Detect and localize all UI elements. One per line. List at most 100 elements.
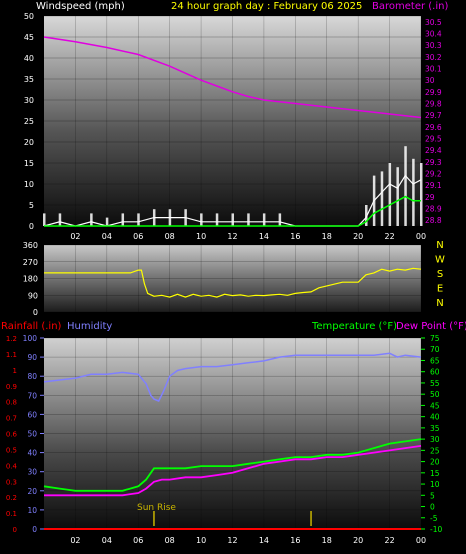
windspeed-tick-label: 30: [24, 96, 34, 105]
humidity-tick-label: 50: [27, 430, 37, 439]
wind-gust-bar: [215, 213, 219, 226]
barometer-tick-label: 28.8: [425, 216, 442, 225]
humidity-tick-label: 30: [27, 468, 37, 477]
barometer-tick-label: 29.7: [425, 111, 442, 120]
temperature-x-tick-label: 20: [353, 536, 363, 545]
temperature-axis-title: Temperature (°F): [311, 321, 397, 332]
chart-title: 24 hour graph day : February 06 2025: [171, 1, 362, 12]
wind-x-tick-label: 22: [384, 232, 394, 241]
rainfall-tick-label: 0.2: [6, 494, 17, 502]
barometer-tick-label: 29: [425, 193, 435, 202]
temperature-tick-label: 5: [430, 491, 435, 500]
humidity-tick-label: 60: [27, 410, 37, 419]
barometer-tick-label: 29.2: [425, 170, 442, 179]
barometer-tick-label: 30.5: [425, 18, 442, 27]
wind-gust-bar: [105, 217, 109, 226]
temperature-tick-label: -10: [430, 525, 442, 534]
wind-gust-bar: [247, 213, 250, 226]
temperature-x-tick-labels: 02 04 06 08 10 12 14 16 18 20 22 00: [70, 536, 426, 545]
temperature-humidity-panel: 0 0.1 0.2 0.3 0.4 0.5 0.6 0.7 0.8 0.9 1 1.1 1.2 0 10 2…: [6, 334, 443, 545]
direction-degree-tick-labels: 0 90 180 270 360: [23, 241, 38, 317]
windspeed-axis-title: Windspeed (mph): [36, 1, 125, 12]
wind-gust-bar: [90, 213, 93, 226]
windspeed-tick-label: 5: [29, 201, 34, 210]
wind-x-tick-labels: 02 04 06 08 10 12 14 16 18 20 22 00: [70, 232, 426, 241]
wind-gust-bar: [200, 213, 203, 226]
temperature-x-tick-label: 06: [133, 536, 143, 545]
direction-degree-tick-label: 0: [33, 308, 38, 317]
humidity-tick-label: 20: [27, 487, 37, 496]
wind-barometer-panel: 05101520253035404550 28.828.92929.129.22…: [24, 12, 442, 241]
wind-x-tick-label: 18: [322, 232, 332, 241]
rainfall-tick-label: 0.9: [6, 383, 17, 391]
wind-x-tick-label: 08: [165, 232, 175, 241]
direction-compass-tick-labels: NWSEN: [435, 240, 445, 309]
barometer-tick-label: 30.4: [425, 30, 442, 39]
temperature-tick-label: 45: [430, 401, 440, 410]
windspeed-tick-label: 45: [24, 33, 34, 42]
direction-compass-tick-label: N: [436, 240, 443, 251]
wind-x-tick-label: 20: [353, 232, 363, 241]
temperature-x-tick-label: 08: [165, 536, 175, 545]
windspeed-tick-labels: 0 5 10 15 20 25 30 35 40 45 50: [24, 12, 34, 231]
rainfall-tick-label: 1: [13, 367, 17, 375]
temperature-tick-label: 70: [430, 345, 440, 354]
barometer-tick-label: 28.9: [425, 205, 442, 214]
barometer-tick-label: 29.4: [425, 146, 442, 155]
windspeed-tick-label: 40: [24, 54, 34, 63]
temperature-tick-label: 35: [430, 424, 440, 433]
rainfall-tick-label: 1.2: [6, 335, 17, 343]
windspeed-tick-label: 15: [24, 159, 34, 168]
sunrise-annotation: Sun Rise: [137, 503, 176, 513]
humidity-tick-label: 70: [27, 391, 37, 400]
barometer-tick-label: 30: [425, 76, 435, 85]
barometer-tick-label: 29.5: [425, 135, 442, 144]
windspeed-tick-label: 25: [24, 117, 34, 126]
temperature-tick-label: 15: [430, 469, 440, 478]
wind-x-tick-label: 06: [133, 232, 143, 241]
rainfall-axis-title: Rainfall (.in): [1, 321, 62, 332]
humidity-tick-label: 90: [27, 353, 37, 362]
temperature-x-tick-label: 10: [196, 536, 206, 545]
wind-x-tick-label: 00: [416, 232, 426, 241]
wind-gust-bar: [121, 213, 125, 226]
rainfall-tick-label: 1.1: [6, 351, 17, 359]
humidity-tick-label: 80: [27, 372, 37, 381]
rainfall-tick-label: 0.1: [6, 510, 17, 518]
wind-gust-bar: [43, 213, 46, 226]
wind-gust-bar: [231, 213, 234, 226]
barometer-tick-label: 29.3: [425, 158, 442, 167]
temperature-x-tick-label: 14: [259, 536, 269, 545]
wind-gust-bar: [58, 213, 62, 226]
temperature-tick-label: 55: [430, 379, 440, 388]
rainfall-tick-label: 0.8: [6, 399, 17, 407]
rainfall-tick-labels: 0 0.1 0.2 0.3 0.4 0.5 0.6 0.7 0.8 0.9 1 1.1 1.2: [6, 335, 18, 534]
barometer-tick-label: 29.9: [425, 88, 442, 97]
rainfall-tick-label: 0.3: [6, 478, 17, 486]
temperature-tick-label: 60: [430, 368, 440, 377]
temperature-tick-label: 30: [430, 435, 440, 444]
wind-x-tick-label: 16: [290, 232, 300, 241]
humidity-axis-title: Humidity: [67, 321, 112, 332]
temperature-tick-label: 50: [430, 390, 440, 399]
wind-direction-panel: 090180270360 NWSEN: [23, 240, 445, 317]
direction-compass-tick-label: N: [436, 298, 443, 309]
wind-gust-bar: [137, 213, 140, 226]
wind-gust-bar: [412, 158, 415, 226]
temperature-tick-label: 10: [430, 480, 440, 489]
direction-degree-tick-label: 360: [23, 241, 38, 250]
wind-x-tick-label: 10: [196, 232, 206, 241]
wind-gust-bar: [380, 171, 384, 226]
barometer-tick-label: 30.2: [425, 53, 442, 62]
direction-degree-tick-label: 180: [23, 275, 38, 284]
wind-gust-bar: [388, 163, 392, 226]
humidity-tick-label: 100: [23, 334, 38, 343]
barometer-tick-label: 30.3: [425, 41, 442, 50]
windspeed-tick-label: 50: [24, 12, 34, 21]
direction-compass-tick-label: W: [435, 255, 445, 266]
barometer-tick-label: 29.1: [425, 181, 442, 190]
windspeed-tick-label: 35: [24, 75, 34, 84]
temperature-tick-label: 25: [430, 446, 440, 455]
wind-gust-bar: [396, 167, 399, 226]
direction-compass-tick-label: E: [437, 284, 443, 295]
